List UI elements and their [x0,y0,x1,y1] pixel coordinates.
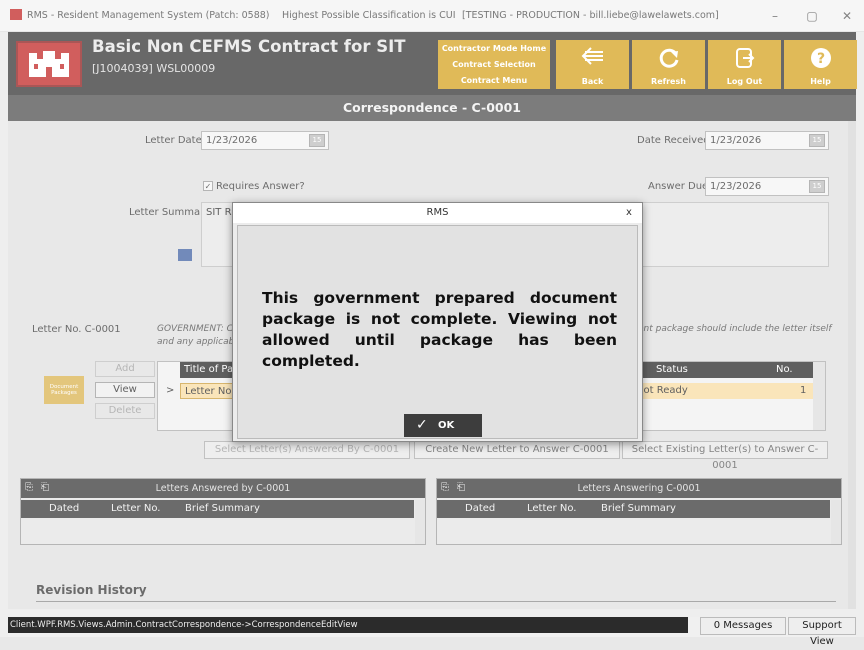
support-view-button[interactable]: Support View [788,617,856,647]
dialog-body: This government prepared document packag… [237,225,638,439]
checkmark-icon: ✓ [416,417,428,433]
dialog-title: RMS [233,203,642,223]
rms-dialog: RMS x This government prepared document … [232,202,643,442]
messages-button[interactable]: 0 Messages [700,617,786,635]
ok-label: OK [438,420,455,431]
status-bar: Client.WPF.RMS.Views.Admin.ContractCorre… [8,617,856,647]
dialog-close-button[interactable]: x [622,203,636,223]
view-path: Client.WPF.RMS.Views.Admin.ContractCorre… [8,617,688,633]
ok-button[interactable]: ✓ OK [404,414,482,437]
dialog-message: This government prepared document packag… [262,289,617,370]
